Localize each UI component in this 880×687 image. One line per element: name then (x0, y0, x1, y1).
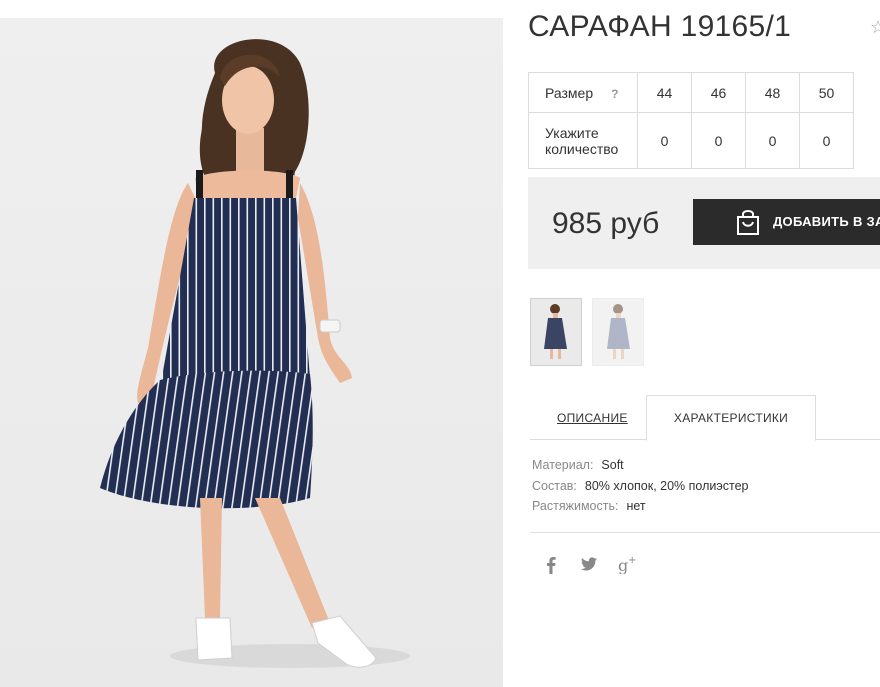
star-icon[interactable]: ☆ (870, 17, 880, 38)
spec-row-composition: Состав: 80% хлопок, 20% полиэстер (532, 479, 748, 500)
google-plus-icon[interactable]: g + (618, 554, 638, 579)
size-table: Размер? 44 46 48 50 Укажите количество 0… (528, 72, 854, 169)
facebook-icon[interactable] (545, 556, 557, 579)
thumbnail-1[interactable] (530, 298, 582, 366)
quantity-input-46[interactable]: 0 (691, 112, 746, 169)
spec-key: Состав: (532, 478, 577, 493)
spec-row-stretch: Растяжимость: нет (532, 499, 748, 520)
help-icon[interactable]: ? (611, 87, 618, 101)
add-to-cart-button[interactable]: ДОБАВИТЬ В ЗАКАЗ (693, 199, 880, 245)
thumbnail-2[interactable] (592, 298, 644, 366)
tab-description[interactable]: ОПИСАНИЕ (557, 411, 628, 425)
product-photo[interactable] (0, 18, 503, 687)
quantity-input-44[interactable]: 0 (637, 112, 692, 169)
size-50: 50 (799, 72, 854, 113)
add-to-cart-label: ДОБАВИТЬ В ЗАКАЗ (773, 214, 880, 229)
spec-value: Soft (601, 458, 624, 472)
tab-characteristics[interactable]: ХАРАКТЕРИСТИКИ (646, 395, 816, 441)
quantity-label: Укажите количество (528, 112, 638, 169)
quantity-input-50[interactable]: 0 (799, 112, 854, 169)
spec-row-material: Материал: Soft (532, 458, 748, 479)
thumbnail-image (544, 304, 567, 359)
price-box: 985 руб ДОБАВИТЬ В ЗАКАЗ (528, 177, 880, 269)
price: 985 руб (552, 207, 660, 240)
spec-key: Материал: (532, 458, 594, 472)
size-44: 44 (637, 72, 692, 113)
svg-text:g: g (618, 556, 628, 574)
twitter-icon[interactable] (580, 556, 598, 577)
spec-value: нет (626, 499, 646, 513)
quantity-input-48[interactable]: 0 (745, 112, 800, 169)
quantity-label-line2: количество (545, 140, 619, 157)
divider (530, 532, 880, 533)
svg-text:+: + (628, 555, 636, 566)
spec-value: 80% хлопок, 20% полиэстер (584, 478, 749, 493)
thumbnail-image (607, 304, 630, 359)
quantity-label-line1: Укажите (545, 124, 599, 141)
spec-key: Растяжимость: (532, 499, 619, 513)
model-illustration (100, 39, 410, 668)
specs-list: Материал: Soft Состав: 80% хлопок, 20% пол… (532, 458, 748, 520)
size-46: 46 (691, 72, 746, 113)
shopping-bag-icon (737, 210, 759, 235)
product-title: САРАФАН 19165/1 (528, 10, 792, 43)
size-48: 48 (745, 72, 800, 113)
size-label: Размер (545, 84, 594, 101)
size-label-cell: Размер? (528, 72, 638, 113)
